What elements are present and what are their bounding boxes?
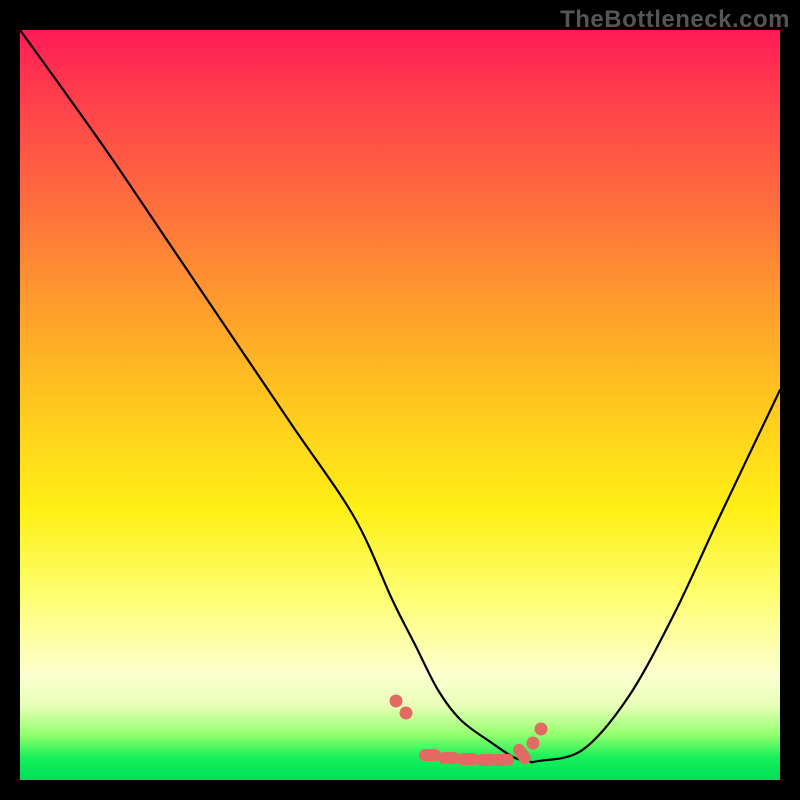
bead-marker [524,733,542,751]
watermark-text: TheBottleneck.com [560,6,790,34]
plot-area [20,30,780,780]
bead-marker [397,704,414,721]
valley-beads [20,30,780,780]
chart-stage: TheBottleneck.com [0,0,800,800]
bead-marker [492,754,514,766]
